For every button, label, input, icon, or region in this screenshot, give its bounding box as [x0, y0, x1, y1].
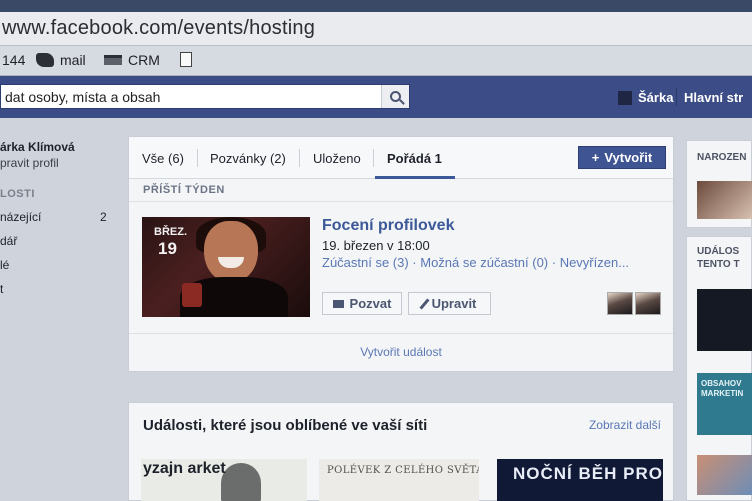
- divider: [129, 333, 673, 334]
- bookmark-mail[interactable]: mail: [36, 52, 86, 68]
- create-event-button[interactable]: + Vytvořit: [578, 146, 666, 169]
- divider: [129, 201, 673, 202]
- tab-divider: [373, 149, 374, 167]
- search-input[interactable]: dat osoby, místa a obsah: [0, 84, 410, 109]
- thumbnail-figure: [221, 463, 261, 501]
- sidebar-profile-name[interactable]: árka Klímová: [0, 140, 75, 154]
- birthdays-box: NAROZEN: [686, 140, 752, 228]
- invite-button-label: Pozvat: [349, 296, 392, 311]
- popular-events-title: Události, které jsou oblíbené ve vaší sí…: [143, 417, 428, 434]
- event-thumbnail[interactable]: [697, 455, 752, 495]
- thumbnail-text: yzajn arket: [143, 460, 226, 477]
- bookmark-label: 144: [2, 52, 26, 68]
- pencil-icon: [419, 297, 430, 310]
- bookmark-144[interactable]: 144: [2, 52, 25, 68]
- avatar: [618, 90, 632, 105]
- guest-avatar[interactable]: [607, 292, 633, 315]
- search-button[interactable]: [381, 85, 409, 108]
- section-heading: PŘÍŠTÍ TÝDEN: [143, 184, 225, 196]
- event-photo[interactable]: BŘEZ. 19: [142, 217, 310, 317]
- mail-icon: [36, 53, 54, 67]
- tab-saved[interactable]: Uloženo: [313, 151, 361, 166]
- crm-icon: [104, 55, 122, 65]
- popular-events-card: Události, které jsou oblíbené ve vaší sí…: [128, 402, 674, 501]
- edit-button-label: Upravit: [431, 296, 477, 311]
- event-datetime: 19. březen v 18:00: [322, 238, 430, 253]
- popular-event-thumbnail[interactable]: POLÉVEK Z CELÉHO SVĚTA: [319, 459, 479, 501]
- popular-event-thumbnail[interactable]: NOČNÍ BĚH PRO SVĚTLUŠ: [497, 459, 663, 501]
- event-title[interactable]: Focení profilovek: [322, 217, 454, 235]
- upcoming-events-box: UDÁLOS TENTO T OBSAHOV MARKETIN: [686, 236, 752, 501]
- left-sidebar: árka Klímová pravit profil LOSTI názejíc…: [0, 118, 120, 501]
- bookmark-label: mail: [60, 52, 86, 68]
- plus-icon: +: [591, 150, 600, 165]
- search-text: dat osoby, místa a obsah: [5, 89, 161, 105]
- invite-button[interactable]: Pozvat: [322, 292, 402, 315]
- create-button-label: Vytvořit: [604, 150, 653, 165]
- sidebar-item-upcoming[interactable]: názející: [0, 210, 41, 224]
- home-link[interactable]: Hlavní str: [684, 90, 743, 105]
- upcoming-events-heading: UDÁLOS TENTO T: [697, 246, 740, 270]
- birthday-photo[interactable]: [697, 181, 752, 219]
- tab-hosting[interactable]: Pořádá 1: [387, 151, 442, 166]
- create-event-link[interactable]: Vytvořit událost: [129, 345, 673, 359]
- event-date-day: 19: [158, 239, 177, 258]
- sidebar-item-more[interactable]: t: [0, 282, 3, 296]
- sidebar-item-count: 2: [100, 210, 107, 224]
- divider: [676, 88, 677, 106]
- bookmarks-bar: 144 mail CRM: [0, 46, 752, 76]
- event-date-month: BŘEZ.: [154, 226, 187, 238]
- events-card: Vše (6) Pozvánky (2) Uloženo Pořádá 1 + …: [128, 136, 674, 372]
- sidebar-item-past[interactable]: lé: [0, 258, 9, 272]
- photo-detail: [182, 283, 202, 307]
- profile-link[interactable]: Šárka: [618, 90, 673, 105]
- popular-event-thumbnail[interactable]: yzajn arket: [141, 459, 307, 501]
- search-icon: [390, 91, 401, 102]
- active-tab-indicator: [375, 176, 455, 179]
- tab-divider: [197, 149, 198, 167]
- right-column: NAROZEN UDÁLOS TENTO T OBSAHOV MARKETIN: [686, 136, 752, 501]
- birthdays-heading: NAROZEN: [697, 152, 747, 163]
- document-icon: [180, 52, 192, 67]
- edit-profile-link[interactable]: pravit profil: [0, 156, 59, 170]
- bookmark-label: CRM: [128, 52, 160, 68]
- edit-button[interactable]: Upravit: [408, 292, 491, 315]
- sidebar-item-calendar[interactable]: dář: [0, 234, 17, 248]
- photo-detail: [204, 221, 258, 283]
- see-more-link[interactable]: Zobrazit další: [589, 418, 661, 432]
- thumbnail-text: OBSAHOV MARKETIN: [701, 379, 744, 398]
- event-thumbnail[interactable]: OBSAHOV MARKETIN: [697, 373, 752, 435]
- user-name: Šárka: [638, 90, 674, 105]
- guest-avatar[interactable]: [635, 292, 661, 315]
- tab-invites[interactable]: Pozvánky (2): [210, 151, 286, 166]
- event-thumbnail[interactable]: [697, 289, 752, 351]
- bookmark-crm[interactable]: CRM: [104, 52, 160, 68]
- tab-all[interactable]: Vše (6): [142, 151, 184, 166]
- tab-divider: [299, 149, 300, 167]
- thumbnail-text: POLÉVEK Z CELÉHO SVĚTA: [327, 465, 479, 476]
- address-bar[interactable]: www.facebook.com/events/hosting: [0, 12, 752, 46]
- url-text[interactable]: www.facebook.com/events/hosting: [2, 17, 315, 40]
- browser-top-strip: [0, 0, 752, 12]
- envelope-icon: [332, 299, 344, 308]
- event-rsvp-summary[interactable]: Zúčastní se (3) · Možná se zúčastní (0) …: [322, 255, 629, 270]
- facebook-topbar: dat osoby, místa a obsah Šárka Hlavní st…: [0, 76, 752, 118]
- bookmark-document[interactable]: [180, 52, 192, 67]
- thumbnail-text: NOČNÍ BĚH PRO SVĚTLUŠ: [513, 464, 663, 483]
- sidebar-section-heading: LOSTI: [0, 188, 35, 200]
- events-tabs: Vše (6) Pozvánky (2) Uloženo Pořádá 1 + …: [129, 137, 673, 179]
